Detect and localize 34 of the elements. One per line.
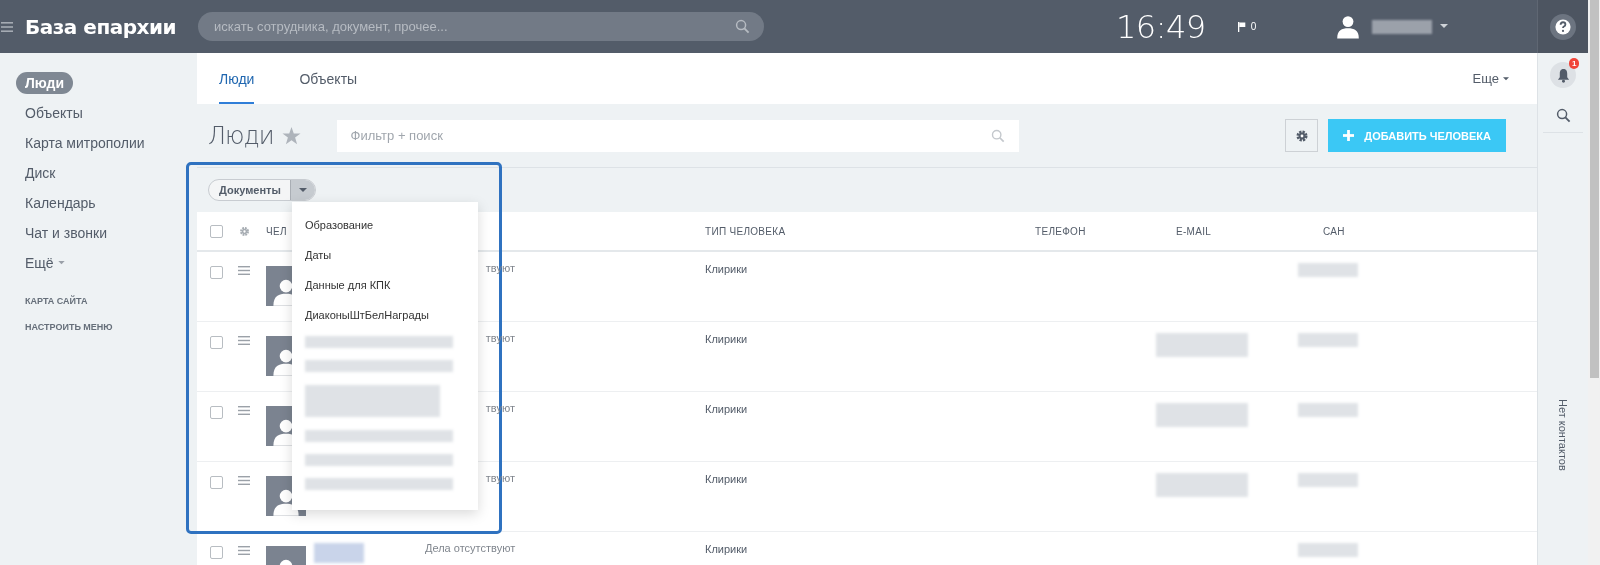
sidebar-link[interactable]: КАРТА САЙТА — [0, 288, 197, 314]
more-menu[interactable]: Еще — [1472, 53, 1509, 104]
menu-item[interactable]: Данные для КПК — [292, 270, 478, 300]
menu-item[interactable]: Образование — [292, 210, 478, 240]
sidebar-item[interactable]: Карта митрополии — [0, 128, 197, 158]
notification-badge: 1 — [1569, 58, 1580, 69]
flag-count: 0 — [1250, 21, 1257, 32]
table-cell-text: Клирики — [705, 542, 749, 557]
table-cell-text: Клирики — [705, 402, 749, 417]
tab[interactable]: Люди — [219, 53, 255, 104]
column-header: ТЕЛЕФОН — [1035, 225, 1086, 237]
table-cell-text: Клирики — [705, 332, 749, 347]
column-header: ТИП ЧЕЛОВЕКА — [705, 225, 786, 237]
sidebar-item[interactable]: Диск — [0, 158, 197, 188]
table-cell-text: Клирики — [705, 472, 749, 487]
documents-split-button[interactable]: Документы — [208, 179, 316, 201]
column-header: САН — [1323, 225, 1345, 237]
contacts-label: Нет контактов — [1557, 399, 1569, 471]
page-title: Люди — [208, 121, 274, 150]
site-title[interactable]: База епархии — [25, 14, 198, 39]
sidebar-item[interactable]: Чат и звонки — [0, 218, 197, 248]
table-cell: Дела отсутствуют — [425, 542, 515, 554]
tab[interactable]: Объекты — [299, 53, 358, 104]
column-header: ЧЕЛ — [266, 225, 287, 237]
sidebar-item[interactable]: Люди — [0, 68, 197, 98]
menu-item[interactable]: Даты — [292, 240, 478, 270]
sidebar-link[interactable]: НАСТРОИТЬ МЕНЮ — [0, 314, 197, 340]
menu-item[interactable]: ДиаконыШтБелНаграды — [292, 300, 478, 330]
clock-time: 16:49 — [1116, 7, 1206, 46]
sidebar-item[interactable]: Календарь — [0, 188, 197, 218]
table-cell-text: Клирики — [705, 262, 749, 277]
sidebar-item[interactable]: Объекты — [0, 98, 197, 128]
sidebar-item[interactable]: Ещё — [0, 248, 197, 278]
column-header: E-MAIL — [1176, 225, 1212, 237]
